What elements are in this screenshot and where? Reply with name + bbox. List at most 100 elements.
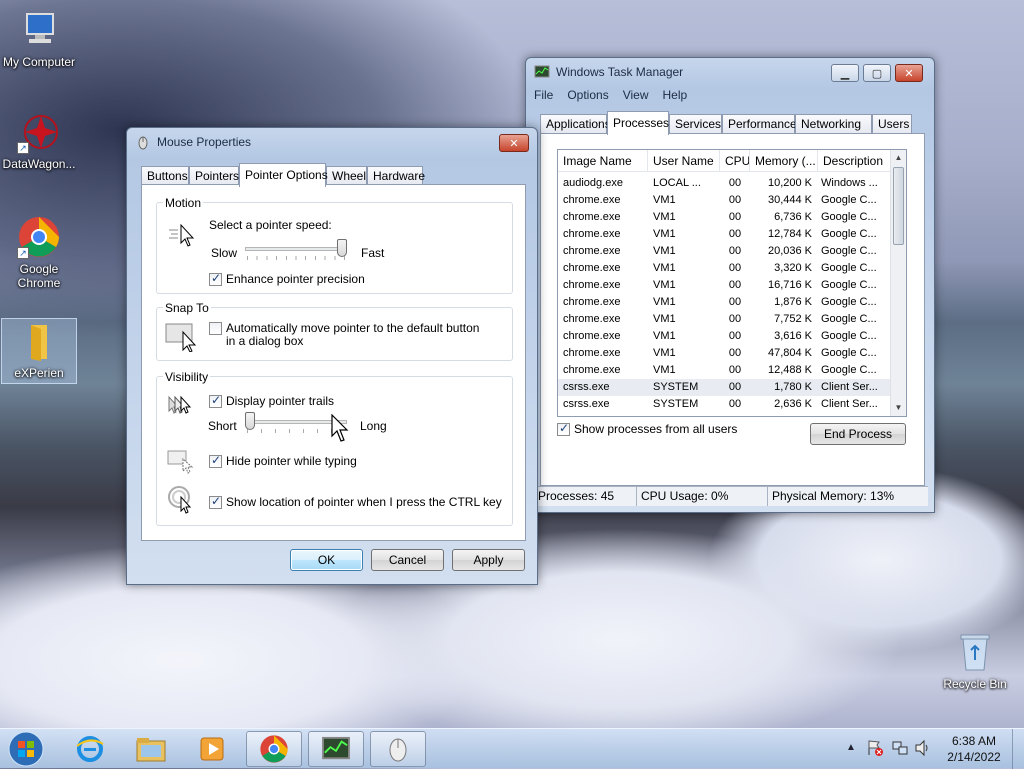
table-row[interactable]: chrome.exe VM1 00 12,784 K Google C...: [558, 226, 892, 243]
menu-view[interactable]: View: [623, 88, 649, 106]
volume-icon[interactable]: [914, 739, 932, 760]
table-row[interactable]: csrss.exe SYSTEM 00 2,636 K Client Ser...: [558, 396, 892, 413]
process-table[interactable]: Image Name User Name CPU Memory (... Des…: [557, 149, 907, 417]
checkbox-label: Show processes from all users: [574, 422, 738, 436]
apply-button[interactable]: Apply: [452, 549, 525, 571]
menu-options[interactable]: Options: [567, 88, 608, 106]
table-row[interactable]: chrome.exe VM1 00 7,752 K Google C...: [558, 311, 892, 328]
tab-applications[interactable]: Applications: [540, 114, 611, 134]
checkbox-box[interactable]: [209, 272, 222, 286]
table-row[interactable]: csrss.exe SYSTEM 00 1,780 K Client Ser...: [558, 379, 892, 396]
pointer-speed-slider[interactable]: [245, 239, 347, 263]
checkbox-box[interactable]: [209, 394, 222, 408]
network-icon[interactable]: [891, 739, 909, 760]
cell-cpu: 00: [728, 398, 742, 410]
hide-pointer-typing-checkbox[interactable]: Hide pointer while typing: [209, 454, 357, 468]
desktop-icon-datawagon[interactable]: ↗ DataWagon...: [1, 110, 77, 171]
cell-user-name: SYSTEM: [653, 381, 699, 393]
desktop-icon-experien[interactable]: eXPerien: [1, 318, 77, 384]
table-row[interactable]: chrome.exe VM1 00 6,736 K Google C...: [558, 209, 892, 226]
column-user-name[interactable]: User Name: [648, 150, 720, 171]
cell-memory: 3,320 K: [774, 262, 812, 274]
windows-logo-icon: [8, 731, 44, 767]
cell-image-name: csrss.exe: [563, 398, 610, 410]
task-manager-window[interactable]: Windows Task Manager ▁ ▢ ✕ File Options …: [525, 57, 935, 513]
recycle-bin-icon: [953, 630, 997, 674]
checkbox-box[interactable]: [209, 495, 222, 509]
tab-services[interactable]: Services: [669, 114, 722, 134]
checkbox-box[interactable]: [209, 454, 222, 468]
tab-performance[interactable]: Performance: [722, 114, 797, 134]
cell-user-name: VM1: [653, 194, 676, 206]
snap-to-default-checkbox[interactable]: Automatically move pointer to the defaul…: [209, 322, 489, 348]
table-row[interactable]: dwm.exeVM1001,728 KDesktop ...: [558, 413, 892, 416]
group-title: Visibility: [163, 370, 211, 384]
show-location-ctrl-checkbox[interactable]: Show location of pointer when I press th…: [209, 495, 502, 509]
table-row[interactable]: chrome.exe VM1 00 20,036 K Google C...: [558, 243, 892, 260]
column-image-name[interactable]: Image Name: [558, 150, 648, 171]
table-row[interactable]: chrome.exe VM1 00 47,804 K Google C...: [558, 345, 892, 362]
checkbox-box[interactable]: [557, 422, 570, 436]
show-hidden-icons-arrow-icon[interactable]: ▲: [846, 742, 856, 753]
table-row[interactable]: chrome.exe VM1 00 12,488 K Google C...: [558, 362, 892, 379]
ok-button[interactable]: OK: [290, 549, 363, 571]
taskbar-mouse-properties[interactable]: [370, 731, 426, 767]
process-table-scrollbar[interactable]: ▲ ▼: [890, 150, 906, 416]
slider-thumb[interactable]: [337, 239, 347, 257]
column-description[interactable]: Description: [818, 150, 892, 171]
mouse-properties-titlebar[interactable]: Mouse Properties: [127, 128, 537, 156]
taskbar-file-explorer[interactable]: [123, 731, 179, 767]
column-memory[interactable]: Memory (...: [750, 150, 818, 171]
show-desktop-button[interactable]: [1012, 729, 1024, 769]
start-button[interactable]: [6, 731, 46, 767]
minimize-button[interactable]: ▁: [831, 64, 859, 82]
maximize-button[interactable]: ▢: [863, 64, 891, 82]
enhance-precision-checkbox[interactable]: Enhance pointer precision: [209, 272, 365, 286]
desktop-icon-google-chrome[interactable]: ↗ Google Chrome: [1, 215, 77, 290]
tab-pointer-options[interactable]: Pointer Options: [239, 163, 328, 187]
tab-wheel[interactable]: Wheel: [326, 166, 367, 186]
desktop-icon-my-computer[interactable]: My Computer: [1, 8, 77, 69]
cell-user-name: VM1: [653, 296, 676, 308]
taskbar-media-player[interactable]: [184, 731, 240, 767]
taskbar-clock[interactable]: 6:38 AM 2/14/2022: [942, 733, 1006, 765]
pointer-options-panel: Motion Select a pointer speed: Slow Fast…: [141, 184, 526, 541]
column-cpu[interactable]: CPU: [720, 150, 750, 171]
tab-processes[interactable]: Processes: [607, 111, 669, 135]
scroll-thumb[interactable]: [893, 167, 904, 245]
tab-pointers[interactable]: Pointers: [189, 166, 239, 186]
cell-description: Windows ...: [821, 177, 878, 189]
close-button[interactable]: ✕: [499, 134, 529, 152]
tab-buttons[interactable]: Buttons: [141, 166, 189, 186]
taskbar-google-chrome[interactable]: [246, 731, 302, 767]
cancel-button[interactable]: Cancel: [371, 549, 444, 571]
pointer-trails-checkbox[interactable]: Display pointer trails: [209, 394, 334, 408]
task-manager-statusbar: Processes: 45 CPU Usage: 0% Physical Mem…: [534, 486, 928, 506]
menu-help[interactable]: Help: [663, 88, 688, 106]
taskbar-internet-explorer[interactable]: [62, 731, 118, 767]
scroll-up-arrow-icon[interactable]: ▲: [891, 150, 906, 166]
desktop-icon-recycle-bin[interactable]: Recycle Bin: [937, 630, 1013, 691]
tab-hardware[interactable]: Hardware: [367, 166, 425, 186]
table-row[interactable]: chrome.exe VM1 00 3,320 K Google C...: [558, 260, 892, 277]
table-row[interactable]: chrome.exe VM1 00 30,444 K Google C...: [558, 192, 892, 209]
tab-users[interactable]: Users: [872, 114, 912, 134]
end-process-button[interactable]: End Process: [810, 423, 906, 445]
action-center-flag-icon[interactable]: [866, 739, 884, 760]
short-label: Short: [208, 419, 237, 433]
show-all-processes-checkbox[interactable]: Show processes from all users: [557, 422, 738, 436]
tab-networking[interactable]: Networking: [795, 114, 872, 134]
table-row[interactable]: audiodg.exe LOCAL ... 00 10,200 K Windows ..…: [558, 175, 892, 192]
table-row[interactable]: chrome.exe VM1 00 3,616 K Google C...: [558, 328, 892, 345]
taskbar-task-manager[interactable]: [308, 731, 364, 767]
table-row[interactable]: chrome.exe VM1 00 16,716 K Google C...: [558, 277, 892, 294]
cell-description: Google C...: [821, 364, 877, 376]
slider-thumb[interactable]: [245, 412, 255, 430]
table-row[interactable]: chrome.exe VM1 00 1,876 K Google C...: [558, 294, 892, 311]
mouse-properties-window[interactable]: Mouse Properties ✕ Buttons Pointers Poin…: [126, 127, 538, 585]
checkbox-box[interactable]: [209, 322, 222, 335]
menu-file[interactable]: File: [534, 88, 553, 106]
close-button[interactable]: ✕: [895, 64, 923, 82]
scroll-down-arrow-icon[interactable]: ▼: [891, 400, 906, 416]
cell-cpu: 00: [728, 313, 742, 325]
